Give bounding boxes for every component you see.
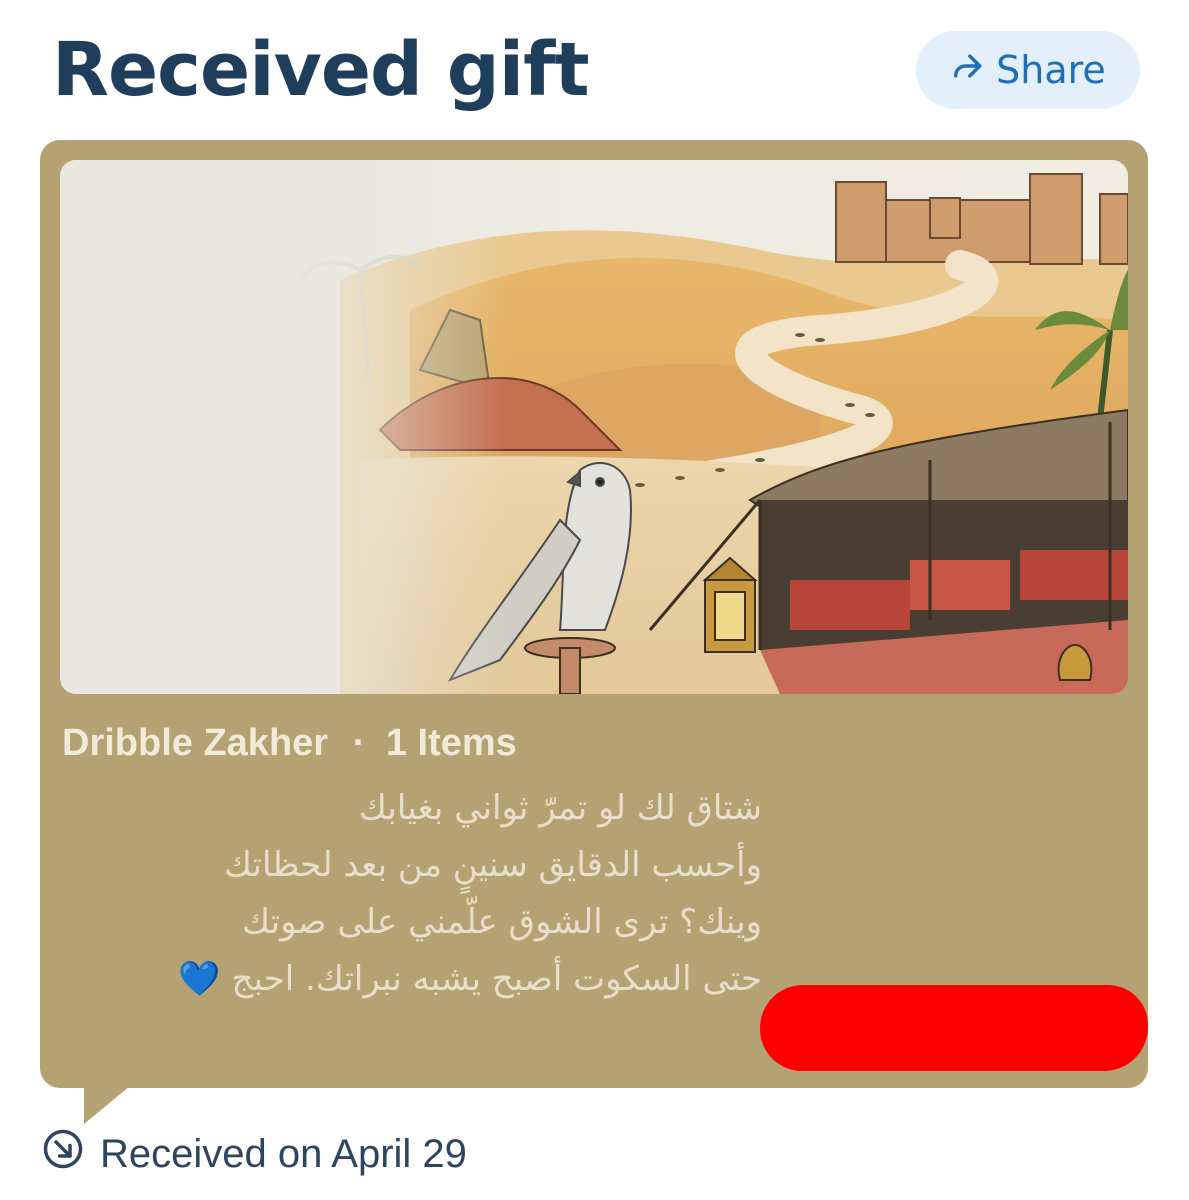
page-title: Received gift (52, 27, 590, 113)
bubble-tail (84, 1086, 130, 1124)
share-arrow-icon (950, 48, 984, 92)
message-line: وأحسب الدقايق سنينٍ من بعد لحظاتك (223, 845, 762, 885)
gift-card[interactable]: Dribble Zakher · 1 Items شتاق لك لو تمرّ… (40, 140, 1148, 1088)
separator-dot: · (352, 722, 366, 764)
share-button[interactable]: Share (916, 31, 1140, 109)
sender-line: Dribble Zakher · 1 Items (62, 722, 517, 765)
gift-message: شتاق لك لو تمرّ ثواني بغيابك وأحسب الدقا… (62, 780, 762, 1008)
share-label: Share (996, 48, 1106, 92)
message-line: شتاق لك لو تمرّ ثواني بغيابك (358, 788, 762, 828)
sender-name: Dribble Zakher (62, 722, 329, 764)
received-arrow-icon (42, 1128, 84, 1180)
received-date: Received on April 29 (100, 1131, 467, 1176)
received-footer: Received on April 29 (42, 1128, 467, 1180)
message-line: وينك؟ ترى الشوق علّمني على صوتك (241, 902, 762, 942)
items-count: 1 Items (385, 722, 517, 764)
gift-illustration[interactable] (60, 160, 1128, 694)
redaction-mark (760, 985, 1148, 1071)
message-line: حتى السكوت أصبح يشبه نبراتك. احبج 💙 (178, 959, 762, 999)
